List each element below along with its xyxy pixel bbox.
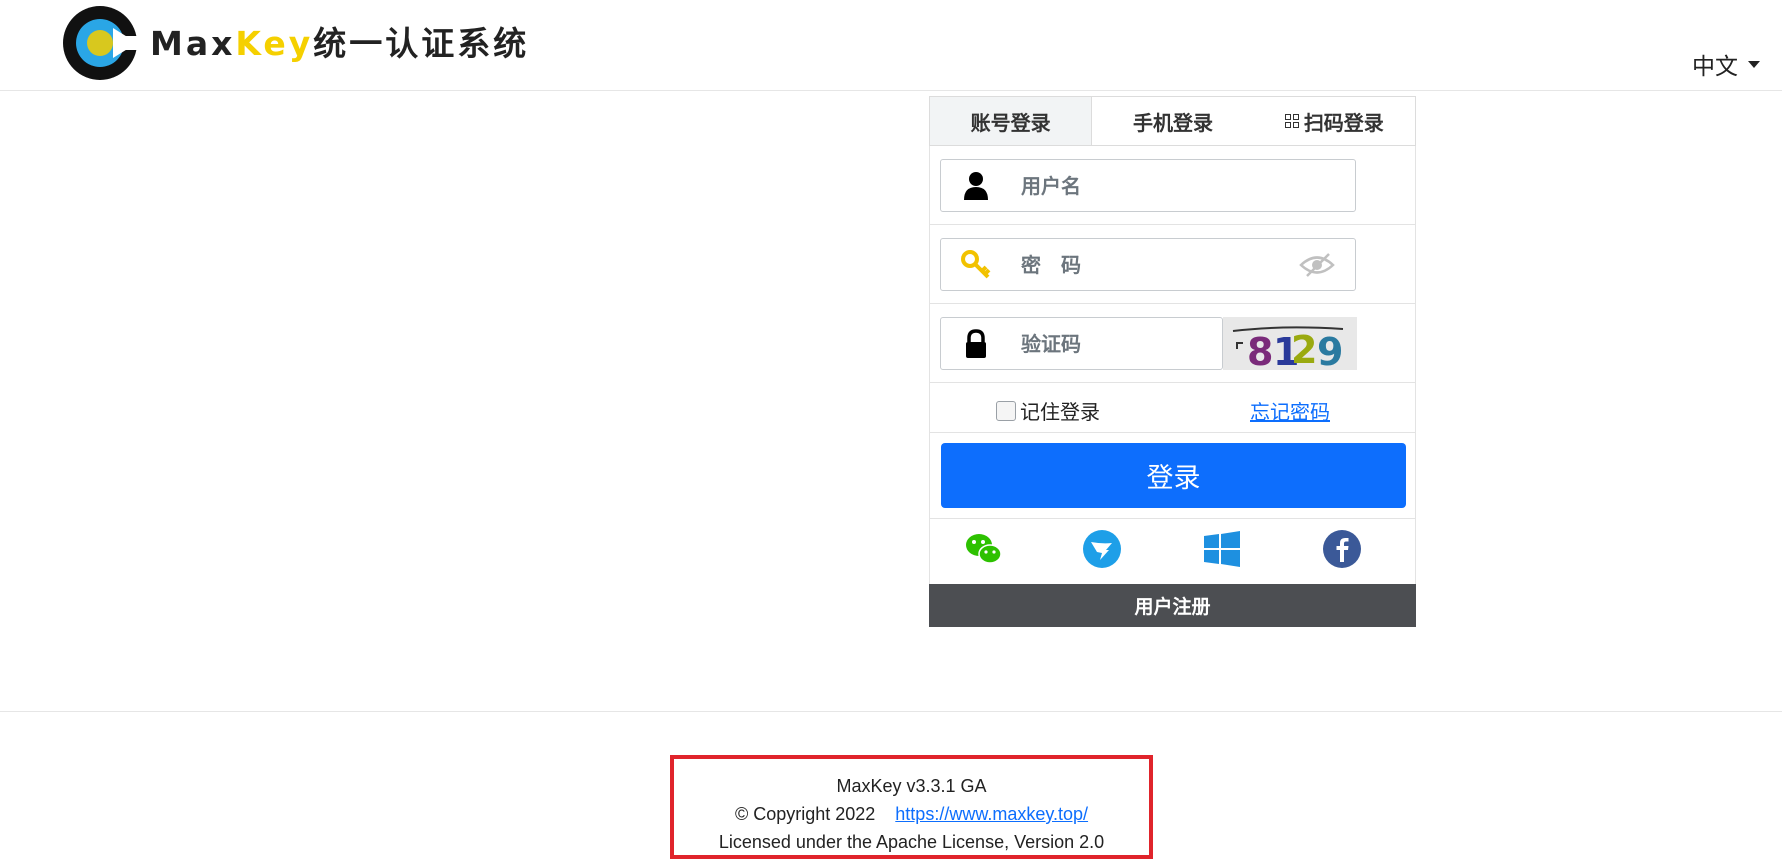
remember-login: 记住登录 [996, 396, 1100, 425]
tab-mobile-login-label: 手机登录 [1132, 110, 1213, 135]
password-row [929, 225, 1416, 304]
tab-mobile-login[interactable]: 手机登录 [1092, 97, 1253, 145]
forgot-password-link[interactable]: 忘记密码 [1250, 396, 1330, 425]
captcha-digit-1: 8 [1247, 330, 1273, 370]
user-icon [964, 172, 988, 200]
password-input[interactable] [1019, 247, 1293, 283]
maxkey-logo [63, 6, 137, 80]
password-field [940, 238, 1356, 291]
remember-checkbox[interactable] [996, 400, 1016, 421]
language-label: 中文 [1692, 54, 1738, 80]
chevron-down-icon [1748, 60, 1760, 68]
tab-qrcode-login-label: 扫码登录 [1303, 110, 1384, 135]
brand-title-suffix: 统一认证系统 [313, 24, 530, 63]
login-panel: 账号登录 手机登录 扫码登录 用户名 验证码 8 1 2 9 记住登录 忘记密码… [929, 96, 1416, 628]
captcha-field [940, 317, 1293, 370]
captcha-image[interactable]: 8 1 2 9 [1223, 317, 1357, 370]
register-button[interactable]: 用户注册 [929, 584, 1416, 627]
top-header: MaxKey统一认证系统 中文 [0, 0, 1782, 91]
username-field [940, 159, 1356, 212]
submit-row: 登录 [929, 433, 1416, 519]
footer-copyright: © Copyright 2022 [734, 804, 876, 824]
username-row [929, 146, 1416, 225]
tab-qrcode-login[interactable]: 扫码登录 [1254, 97, 1415, 145]
captcha-digit-4: 9 [1317, 330, 1343, 370]
tab-account-login[interactable]: 账号登录 [930, 97, 1093, 145]
facebook-icon[interactable] [1322, 529, 1362, 569]
footer-info: MaxKey v3.3.1 GA © Copyright 2022 https:… [670, 755, 1153, 859]
lock-icon [966, 329, 986, 358]
footer-license: Licensed under the Apache License, Versi… [718, 832, 1105, 852]
language-dropdown[interactable]: 中文 [1692, 47, 1760, 81]
remember-row: 记住登录 忘记密码 [929, 383, 1416, 433]
wechat-icon[interactable] [964, 529, 1004, 569]
username-input[interactable] [1019, 168, 1293, 204]
tab-account-login-label: 账号登录 [970, 110, 1051, 135]
brand-title-prefix: Max [150, 24, 236, 63]
remember-label: 记住登录 [1020, 400, 1100, 424]
social-login-row [929, 519, 1416, 584]
dingtalk-icon[interactable] [1082, 529, 1122, 569]
captcha-row: 8 1 2 9 [929, 304, 1416, 383]
footer-divider [0, 711, 1782, 712]
eye-slash-icon[interactable] [1299, 252, 1335, 278]
brand-title: MaxKey统一认证系统 [150, 24, 529, 64]
key-icon [961, 250, 991, 279]
footer-website-link[interactable]: https://www.maxkey.top/ [895, 804, 1088, 824]
login-button[interactable]: 登录 [941, 443, 1406, 508]
brand-title-key: Key [235, 24, 314, 63]
login-tabs: 账号登录 手机登录 扫码登录 [929, 96, 1416, 146]
footer-version: MaxKey v3.3.1 GA [836, 776, 987, 796]
windows-icon[interactable] [1202, 529, 1242, 569]
captcha-digit-3: 2 [1291, 328, 1317, 370]
qrcode-icon [1284, 114, 1299, 128]
footer-copyright-line: © Copyright 2022 https://www.maxkey.top/ [674, 804, 1149, 825]
